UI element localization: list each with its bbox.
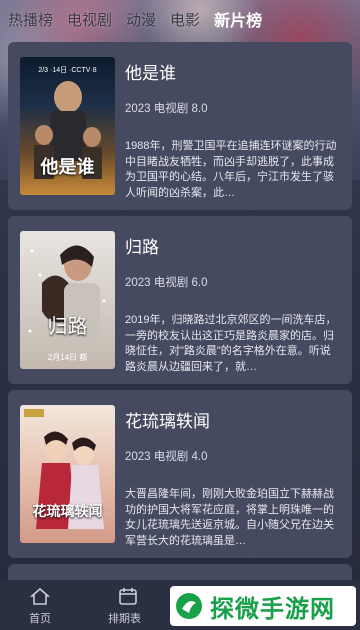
show-card[interactable]: 花琉璃轶闻 花琉璃轶闻 2023 电视剧 4.0 大晋昌隆年间，刚刚大败金珀国立… — [8, 390, 352, 558]
watermark-logo-icon — [176, 593, 202, 619]
poster-title: 花琉璃轶闻 — [32, 504, 103, 520]
show-title: 花琉璃轶闻 — [125, 412, 210, 431]
show-description: 1988年，刑警卫国平在追捕连环谜案的行动中目睹战友牺牲，而凶手却逃脱了，此事成… — [125, 140, 337, 199]
show-description: 2019年，归晓路过北京郊区的一间洗车店，一旁的校友认出这正巧是路炎晨家的店。归… — [125, 314, 337, 373]
nav-home[interactable]: 首页 — [0, 580, 80, 630]
watermark-badge: 探微手游网 — [170, 586, 356, 626]
poster-figures — [28, 245, 106, 343]
show-title: 他是谁 — [125, 64, 176, 83]
show-card[interactable]: 2/3 ·14日 ·CCTV·8 他是谁 他是谁 2023 电视剧 8.0 19… — [8, 42, 352, 210]
nav-home-label: 首页 — [29, 613, 51, 625]
poster-image: 归路 2月14日 都 — [20, 231, 115, 369]
tab-hot[interactable]: 热播榜 — [8, 9, 53, 30]
show-description: 大晋昌隆年间，刚刚大败金珀国立下赫赫战功的护国大将军花应庭，将掌上明珠唯一的女儿… — [125, 488, 334, 547]
tab-anime[interactable]: 动漫 — [126, 9, 156, 30]
poster-figures — [24, 409, 104, 529]
poster-image: 花琉璃轶闻 — [20, 405, 115, 543]
show-meta: 2023 电视剧 6.0 — [125, 277, 208, 289]
poster-title: 他是谁 — [40, 157, 95, 178]
poster-caption: 2月14日 都 — [47, 353, 88, 362]
show-meta: 2023 电视剧 8.0 — [125, 103, 208, 115]
tab-movie[interactable]: 电影 — [170, 9, 200, 30]
watermark-text: 探微手游网 — [210, 595, 335, 623]
category-tabs: 热播榜 电视剧 动漫 电影 新片榜 — [0, 6, 360, 32]
tab-tv[interactable]: 电视剧 — [67, 9, 112, 30]
poster-title: 归路 — [47, 314, 88, 338]
home-icon — [30, 587, 50, 605]
calendar-icon — [119, 588, 137, 605]
poster-image: 2/3 ·14日 ·CCTV·8 他是谁 — [20, 57, 115, 195]
tab-new[interactable]: 新片榜 — [214, 7, 262, 31]
show-meta: 2023 电视剧 4.0 — [125, 451, 208, 463]
show-title: 归路 — [125, 238, 159, 257]
show-card[interactable]: 归路 2月14日 都 归路 2023 电视剧 6.0 2019年，归晓路过北京郊… — [8, 216, 352, 384]
poster-caption: 2/3 ·14日 ·CCTV·8 — [38, 67, 97, 74]
nav-schedule-label: 排期表 — [108, 613, 141, 625]
nav-schedule[interactable]: 排期表 — [80, 580, 160, 630]
